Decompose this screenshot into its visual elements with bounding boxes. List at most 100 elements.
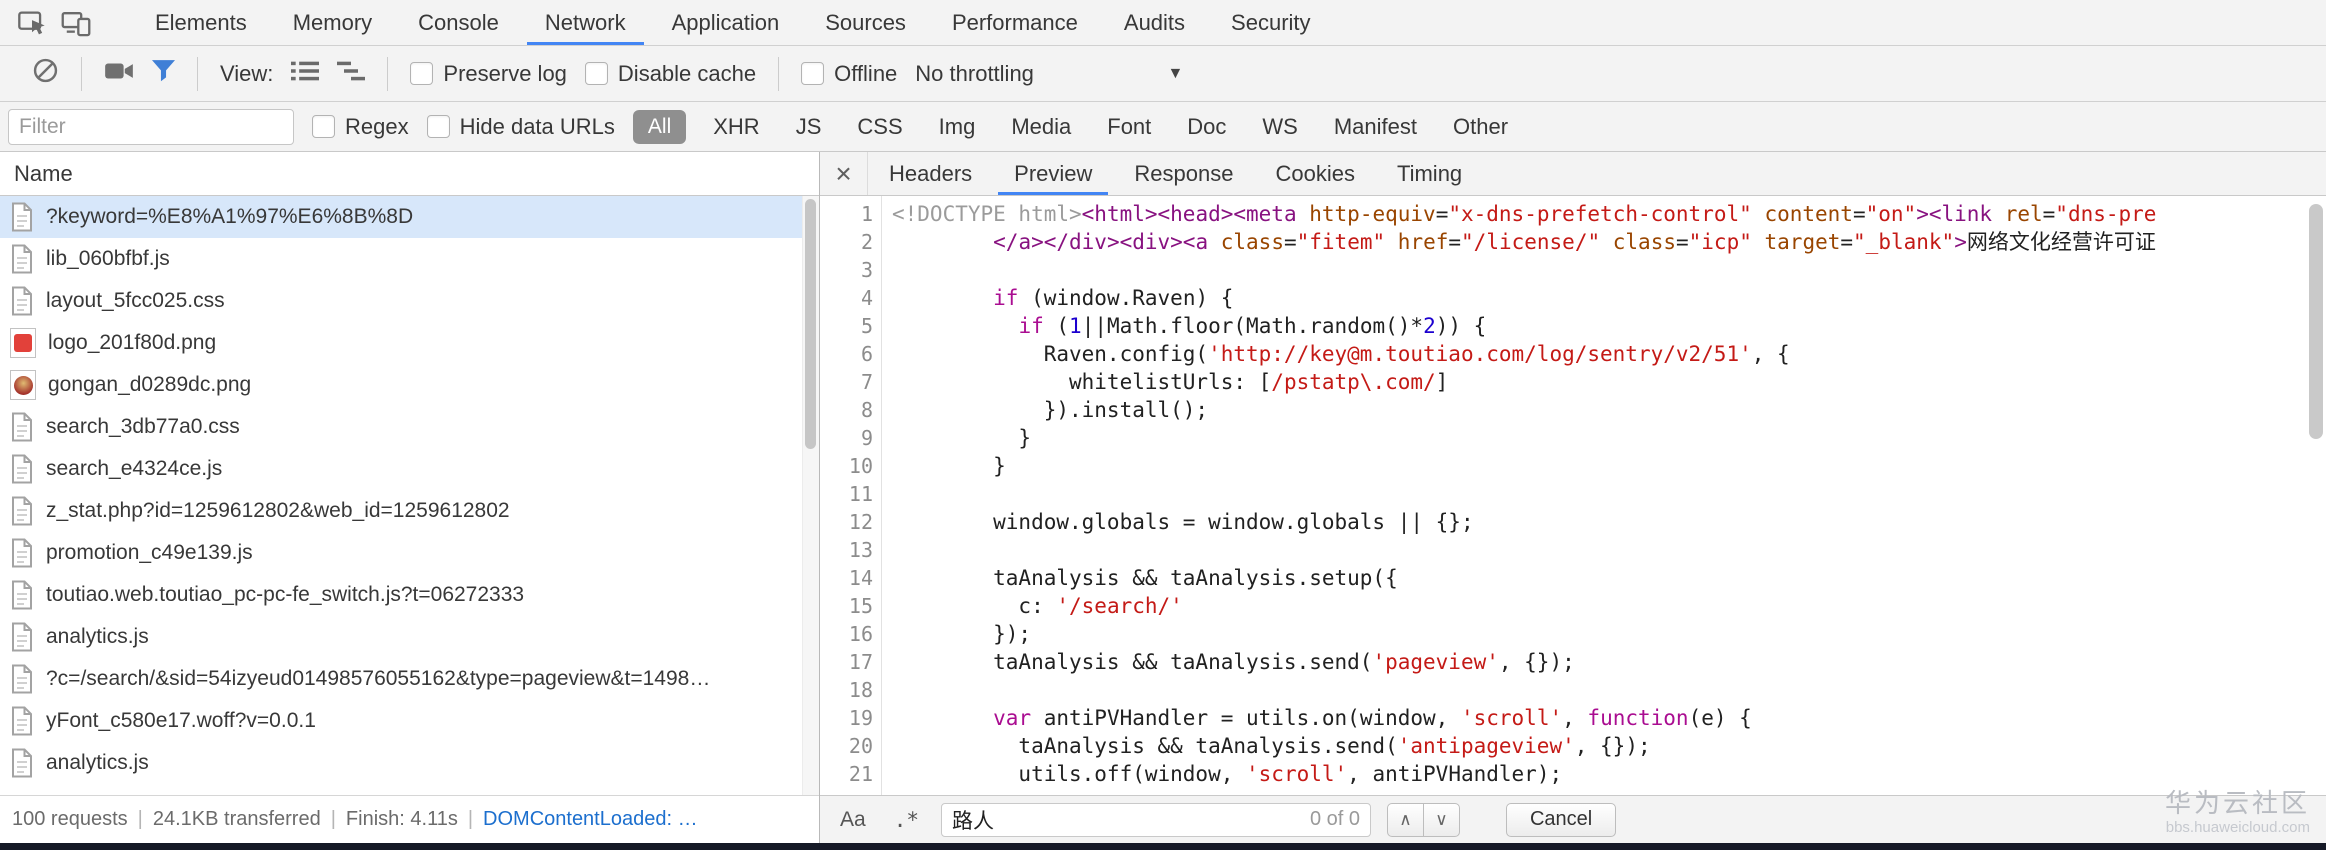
line-number: 17 — [820, 648, 873, 676]
request-row[interactable]: ?keyword=%E8%A1%97%E6%8B%8D — [0, 196, 819, 238]
request-row[interactable]: analytics.js — [0, 742, 819, 784]
code-line: <!DOCTYPE html><html><head><meta http-eq… — [892, 200, 2326, 228]
filter-type-all[interactable]: All — [633, 110, 686, 144]
code-line: c: '/search/' — [892, 592, 2326, 620]
request-name: ?c=/search/&sid=54izyeud01498576055162&t… — [46, 667, 710, 691]
tab-preview[interactable]: Preview — [993, 152, 1113, 195]
disable-cache-checkbox[interactable]: Disable cache — [585, 61, 756, 87]
request-row[interactable]: layout_5fcc025.css — [0, 280, 819, 322]
line-number: 12 — [820, 508, 873, 536]
summary-separator: | — [468, 808, 473, 831]
clear-icon — [32, 57, 59, 84]
filter-type-media[interactable]: Media — [1002, 114, 1080, 140]
filter-toggle-button[interactable] — [152, 60, 175, 88]
regex-toggle[interactable]: .* — [888, 806, 925, 834]
throttling-select[interactable]: No throttling ▼ — [915, 61, 1183, 87]
request-row[interactable]: lib_060bfbf.js — [0, 238, 819, 280]
tab-audits[interactable]: Audits — [1101, 0, 1208, 45]
line-number: 20 — [820, 732, 873, 760]
tab-headers[interactable]: Headers — [868, 152, 993, 195]
device-toolbar-button[interactable] — [54, 1, 98, 45]
preview-scrollbar[interactable] — [2309, 200, 2323, 791]
tab-application[interactable]: Application — [649, 0, 803, 45]
request-name: layout_5fcc025.css — [46, 289, 225, 313]
request-row[interactable]: yFont_c580e17.woff?v=0.0.1 — [0, 700, 819, 742]
filter-type-ws[interactable]: WS — [1253, 114, 1306, 140]
name-column-header[interactable]: Name — [0, 152, 819, 196]
preserve-log-checkbox[interactable]: Preserve log — [410, 61, 567, 87]
devtools-window: Elements Memory Console Network Applicat… — [0, 0, 2326, 850]
filter-bar: Regex Hide data URLs All XHR JS CSS Img … — [0, 102, 2326, 152]
tab-network[interactable]: Network — [522, 0, 649, 45]
request-name: toutiao.web.toutiao_pc-pc-fe_switch.js?t… — [46, 583, 524, 607]
code-line: taAnalysis && taAnalysis.setup({ — [892, 564, 2326, 592]
request-row[interactable]: logo_201f80d.png — [0, 322, 819, 364]
close-detail-button[interactable]: × — [820, 152, 868, 195]
request-row[interactable]: analytics.js — [0, 616, 819, 658]
code-line — [892, 256, 2326, 284]
filter-type-manifest[interactable]: Manifest — [1325, 114, 1426, 140]
tab-sources[interactable]: Sources — [802, 0, 929, 45]
request-rows: ?keyword=%E8%A1%97%E6%8B%8D lib_060bfbf.j… — [0, 196, 819, 795]
tab-memory[interactable]: Memory — [270, 0, 395, 45]
file-icon — [10, 580, 34, 610]
inspect-element-button[interactable] — [10, 1, 54, 45]
tab-console[interactable]: Console — [395, 0, 522, 45]
request-row[interactable]: search_e4324ce.js — [0, 448, 819, 490]
request-row[interactable]: z_stat.php?id=1259612802&web_id=12596128… — [0, 490, 819, 532]
line-numbers: 123456789101112131415161718192021 — [820, 196, 882, 795]
checkbox-icon — [585, 62, 608, 85]
small-rows-view-button[interactable] — [291, 60, 319, 88]
capture-screenshots-button[interactable] — [104, 59, 134, 89]
filter-type-js[interactable]: JS — [787, 114, 831, 140]
request-row[interactable]: gongan_d0289dc.png — [0, 364, 819, 406]
tab-security[interactable]: Security — [1208, 0, 1333, 45]
waterfall-view-icon — [337, 60, 365, 82]
request-row[interactable]: toutiao.web.toutiao_pc-pc-fe_switch.js?t… — [0, 574, 819, 616]
request-row[interactable]: ?c=/search/&sid=54izyeud01498576055162&t… — [0, 658, 819, 700]
line-number: 6 — [820, 340, 873, 368]
hide-data-urls-checkbox[interactable]: Hide data URLs — [427, 114, 615, 140]
tab-response[interactable]: Response — [1113, 152, 1254, 195]
request-row[interactable]: promotion_c49e139.js — [0, 532, 819, 574]
tab-elements[interactable]: Elements — [132, 0, 270, 45]
code-line: }); — [892, 620, 2326, 648]
tab-cookies[interactable]: Cookies — [1254, 152, 1375, 195]
line-number: 19 — [820, 704, 873, 732]
file-icon — [10, 202, 34, 232]
next-match-button[interactable]: ∨ — [1423, 803, 1460, 837]
filter-type-doc[interactable]: Doc — [1178, 114, 1235, 140]
tab-timing[interactable]: Timing — [1376, 152, 1483, 195]
file-icon — [10, 622, 34, 652]
offline-checkbox[interactable]: Offline — [801, 61, 897, 87]
main-tabbar: Elements Memory Console Network Applicat… — [0, 0, 2326, 46]
regex-checkbox[interactable]: Regex — [312, 114, 409, 140]
filter-type-font[interactable]: Font — [1098, 114, 1160, 140]
line-number: 9 — [820, 424, 873, 452]
search-input[interactable]: 路人 0 of 0 — [941, 803, 1371, 837]
code-line: Raven.config('http://key@m.toutiao.com/l… — [892, 340, 2326, 368]
filter-type-xhr[interactable]: XHR — [704, 114, 768, 140]
clear-button[interactable] — [32, 57, 59, 90]
code-line: if (1||Math.floor(Math.random()*2)) { — [892, 312, 2326, 340]
panel-tabs: Elements Memory Console Network Applicat… — [132, 0, 1334, 45]
filter-type-css[interactable]: CSS — [848, 114, 911, 140]
network-summary-bar: 100 requests | 24.1KB transferred | Fini… — [0, 795, 819, 843]
previous-match-button[interactable]: ∧ — [1387, 803, 1424, 837]
overview-view-button[interactable] — [337, 60, 365, 88]
match-case-toggle[interactable]: Aa — [834, 806, 872, 834]
scrollbar-thumb[interactable] — [2309, 204, 2323, 439]
request-row[interactable]: search_3db77a0.css — [0, 406, 819, 448]
scrollbar-thumb[interactable] — [805, 199, 816, 449]
filter-type-other[interactable]: Other — [1444, 114, 1517, 140]
line-number: 2 — [820, 228, 873, 256]
filter-input[interactable] — [8, 109, 294, 145]
request-name: lib_060bfbf.js — [46, 247, 170, 271]
hide-data-urls-label: Hide data URLs — [460, 114, 615, 140]
tab-performance[interactable]: Performance — [929, 0, 1101, 45]
filter-type-img[interactable]: Img — [930, 114, 985, 140]
file-icon — [10, 664, 34, 694]
request-name: ?keyword=%E8%A1%97%E6%8B%8D — [46, 205, 413, 229]
request-list-scrollbar[interactable] — [802, 196, 819, 795]
cancel-button[interactable]: Cancel — [1506, 803, 1616, 837]
